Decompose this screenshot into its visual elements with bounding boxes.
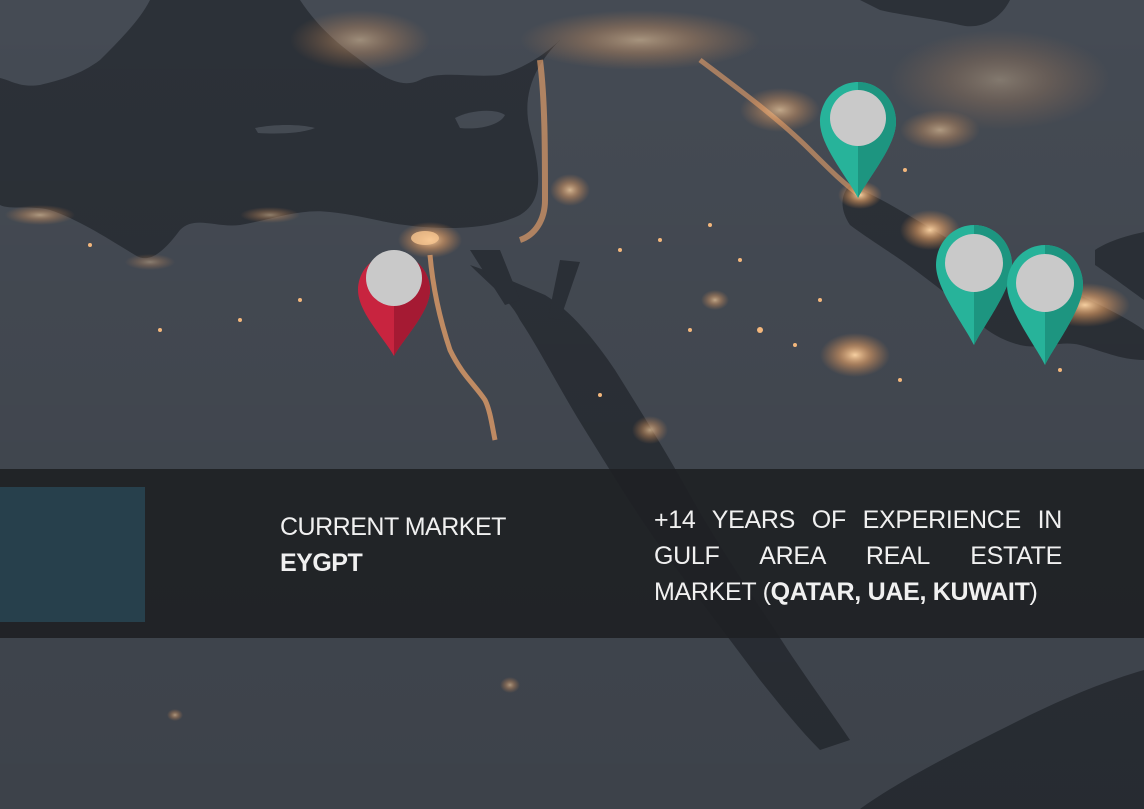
current-market-block: CURRENT MARKET EYGPT	[280, 509, 506, 581]
pin-kuwait-head	[830, 90, 886, 146]
pin-uae-head	[1016, 254, 1074, 312]
experience-highlight: QATAR, UAE, KUWAIT	[770, 578, 1030, 606]
accent-swatch	[0, 487, 145, 622]
experience-text-end: )	[1029, 578, 1038, 606]
current-market-value: EYGPT	[280, 549, 363, 577]
current-market-label: CURRENT MARKET	[280, 513, 506, 541]
info-band: CURRENT MARKET EYGPT +14 YEARS OF EXPERI…	[0, 469, 1144, 638]
pin-qatar-head	[945, 234, 1003, 292]
pin-egypt-head	[366, 250, 422, 306]
night-map	[0, 0, 1144, 809]
experience-text: +14 YEARS OF EXPERIENCE IN GULF AREA REA…	[654, 502, 1062, 610]
